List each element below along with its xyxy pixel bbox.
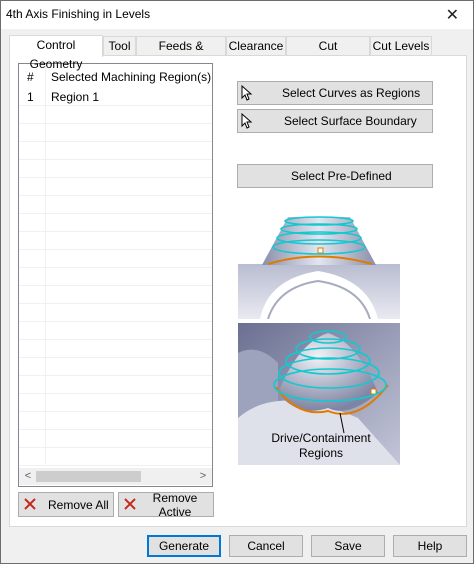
empty-row — [19, 358, 212, 376]
x-icon — [124, 498, 136, 510]
tab-clearance[interactable]: Clearance — [226, 36, 286, 56]
title-bar: 4th Axis Finishing in Levels ✕ — [1, 1, 473, 29]
help-button[interactable]: Help — [393, 535, 467, 557]
cancel-label: Cancel — [247, 539, 285, 553]
empty-row — [19, 430, 212, 448]
window-title: 4th Axis Finishing in Levels — [6, 7, 151, 21]
empty-row — [19, 232, 212, 250]
save-button[interactable]: Save — [311, 535, 385, 557]
empty-row — [19, 250, 212, 268]
select-curves-button[interactable]: Select Curves as Regions — [237, 81, 433, 105]
dialog-window: 4th Axis Finishing in Levels ✕ Control G… — [0, 0, 474, 564]
empty-row — [19, 268, 212, 286]
cursor-icon — [241, 85, 253, 101]
empty-row — [19, 340, 212, 358]
empty-row — [19, 124, 212, 142]
empty-row — [19, 376, 212, 394]
empty-row — [19, 196, 212, 214]
scroll-left-icon[interactable]: < — [20, 469, 36, 484]
caption-line-2: Regions — [298, 446, 344, 460]
empty-row — [19, 214, 212, 232]
select-predefined-label: Select Pre-Defined — [291, 169, 392, 183]
remove-all-button[interactable]: Remove All — [18, 492, 114, 517]
boss-toolpath-illustration — [238, 216, 400, 319]
remove-active-label: Remove Active — [152, 490, 198, 519]
empty-row — [19, 322, 212, 340]
remove-active-button[interactable]: Remove Active — [118, 490, 214, 519]
empty-row — [19, 106, 212, 124]
empty-row — [19, 448, 212, 466]
tab-tool[interactable]: Tool — [103, 36, 136, 56]
scroll-right-icon[interactable]: > — [195, 469, 211, 484]
help-label: Help — [417, 539, 443, 553]
empty-row — [19, 394, 212, 412]
caption-line-1: Drive/Containment — [271, 431, 371, 445]
empty-row — [19, 286, 212, 304]
cursor-icon — [241, 113, 253, 129]
empty-row — [19, 142, 212, 160]
row-region-name: Region 1 — [51, 90, 100, 104]
empty-row — [19, 412, 212, 430]
cancel-button[interactable]: Cancel — [229, 535, 303, 557]
empty-row — [19, 178, 212, 196]
remove-all-label: Remove All — [48, 497, 109, 512]
select-curves-label: Select Curves as Regions — [282, 86, 421, 100]
tab-cut-levels[interactable]: Cut Levels — [370, 36, 432, 56]
scroll-thumb[interactable] — [36, 471, 141, 482]
select-surface-label: Select Surface Boundary — [284, 114, 417, 128]
select-surface-button[interactable]: Select Surface Boundary — [237, 109, 433, 133]
tab-cut-parameters[interactable]: Cut Parameters — [286, 36, 370, 72]
select-predefined-button[interactable]: Select Pre-Defined — [237, 164, 433, 188]
row-number: 1 — [27, 90, 34, 104]
save-label: Save — [334, 539, 362, 553]
horizontal-scrollbar[interactable]: < > — [19, 468, 212, 485]
tab-feeds-speeds[interactable]: Feeds & Speeds — [136, 36, 226, 72]
illustration-caption: Drive/Containment Regions — [241, 431, 401, 461]
empty-row — [19, 160, 212, 178]
x-icon — [24, 498, 36, 510]
region-list[interactable]: # Selected Machining Region(s) 1 Region … — [18, 63, 213, 487]
empty-row — [19, 304, 212, 322]
tab-control-geometry[interactable]: Control Geometry — [9, 35, 103, 71]
generate-button[interactable]: Generate — [147, 535, 221, 557]
close-icon[interactable]: ✕ — [446, 5, 459, 25]
table-row[interactable]: 1 Region 1 — [19, 88, 212, 106]
generate-label: Generate — [158, 539, 210, 553]
